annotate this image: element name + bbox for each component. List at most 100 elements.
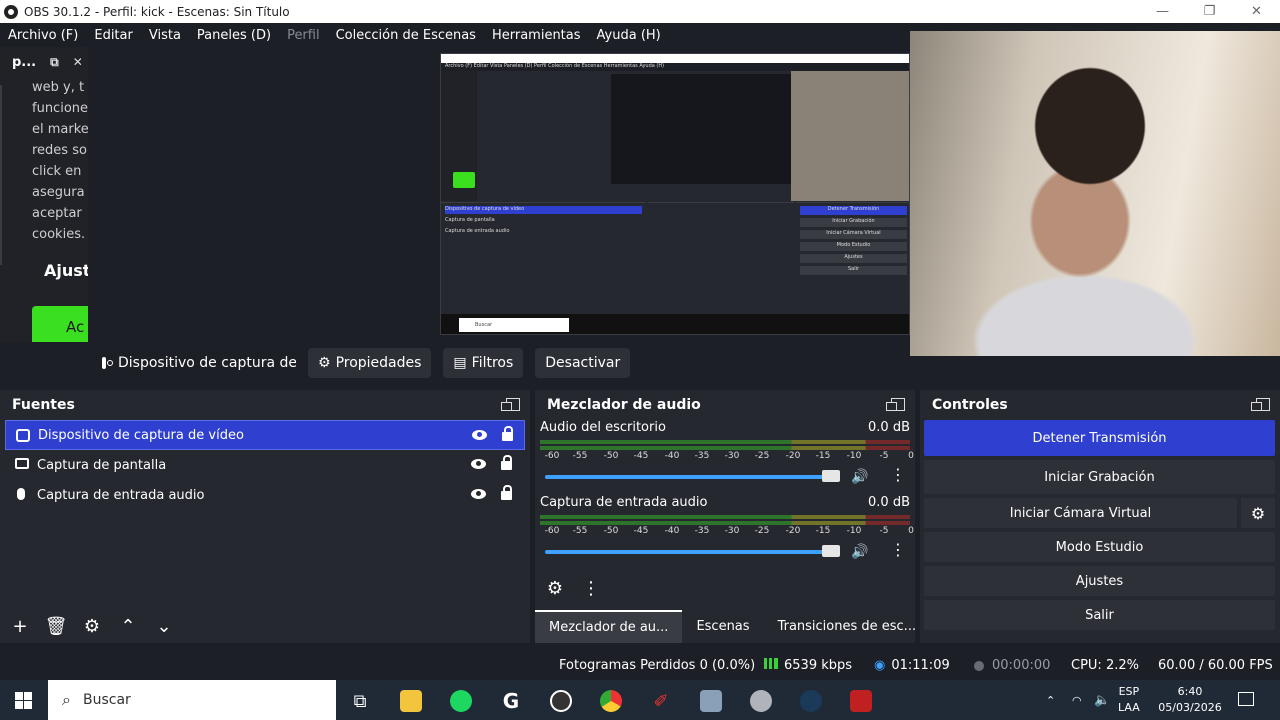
nested-control: Modo Estudio	[800, 242, 907, 251]
tray-chevron-icon[interactable]: ⌃	[1046, 680, 1055, 720]
exit-button[interactable]: Salir	[924, 600, 1275, 630]
sources-dock-title: Fuentes	[12, 397, 75, 413]
settings-button[interactable]: Ajustes	[924, 566, 1275, 596]
studio-mode-button[interactable]: Modo Estudio	[924, 532, 1275, 562]
record-icon	[974, 660, 984, 671]
app-window-icon[interactable]	[695, 686, 727, 716]
move-up-icon[interactable]: ⌃	[114, 613, 142, 639]
volume-slider-handle[interactable]	[822, 470, 840, 482]
windows-start-icon[interactable]	[15, 692, 32, 709]
lock-icon[interactable]	[501, 455, 512, 470]
browser-text-line: redes so	[32, 143, 87, 158]
steam-icon[interactable]	[795, 686, 827, 716]
source-item-video-capture[interactable]: Dispositivo de captura de vídeo	[5, 420, 525, 450]
app-red-icon[interactable]: ✐	[645, 686, 677, 716]
volume-icon[interactable]: 🔈	[1094, 680, 1110, 720]
menu-ayuda[interactable]: Ayuda (H)	[589, 28, 669, 43]
scale-label: -50	[603, 451, 619, 461]
start-recording-button[interactable]: Iniciar Grabación	[924, 460, 1275, 494]
microphone-icon	[17, 488, 25, 500]
volume-meter	[540, 515, 910, 519]
volume-slider-handle[interactable]	[822, 545, 840, 557]
move-down-icon[interactable]: ⌄	[150, 613, 178, 639]
stop-stream-button[interactable]: Detener Transmisión	[924, 420, 1275, 456]
preview-area[interactable]: p... ⧉ ✕ web y, t funcione el marke rede…	[0, 31, 1280, 356]
lock-icon[interactable]	[501, 485, 512, 500]
cpu-usage: CPU: 2.2%	[1071, 658, 1139, 673]
advanced-audio-gear-icon[interactable]: ⚙	[541, 575, 569, 601]
undock-icon[interactable]	[1251, 398, 1270, 411]
trash-icon[interactable]: 🗑	[42, 613, 70, 639]
maximize-button[interactable]: ❐	[1186, 0, 1233, 23]
properties-button[interactable]: ⚙ Propiedades	[308, 348, 432, 378]
menu-perfil[interactable]: Perfil	[279, 28, 328, 43]
eye-icon[interactable]	[471, 459, 486, 469]
selected-source-label: Dispositivo de captura de v	[96, 355, 296, 371]
source-settings-gear-icon[interactable]: ⚙	[78, 613, 106, 639]
obs-taskbar-icon[interactable]	[545, 686, 577, 716]
app-msi-icon[interactable]	[845, 686, 877, 716]
broadcast-icon: ◉	[874, 658, 886, 673]
kebab-menu-icon[interactable]: ⋮	[890, 467, 906, 483]
lock-icon[interactable]	[502, 426, 513, 441]
source-item-audio-input[interactable]: Captura de entrada audio	[5, 480, 525, 510]
eye-icon[interactable]	[471, 489, 486, 499]
nested-source-row: Captura de entrada audio	[445, 228, 510, 234]
float-dock-icon[interactable]: ⧉	[50, 55, 59, 70]
filters-button[interactable]: ▤ Filtros	[443, 348, 524, 378]
language-indicator[interactable]: ESP LAA	[1118, 684, 1140, 716]
source-item-screen-capture[interactable]: Captura de pantalla	[5, 450, 525, 480]
menu-herramientas[interactable]: Herramientas	[484, 28, 589, 43]
speaker-icon[interactable]: 🔊	[851, 469, 868, 485]
deactivate-button[interactable]: Desactivar	[535, 348, 631, 378]
source-item-label: Captura de pantalla	[37, 457, 167, 473]
file-explorer-icon[interactable]	[395, 686, 427, 716]
wifi-icon[interactable]: ◠	[1072, 680, 1082, 720]
cookie-accept-button[interactable]: Ac	[32, 306, 88, 342]
tab-transitions[interactable]: Transiciones de esc...	[764, 610, 931, 643]
scale-label: -35	[694, 451, 710, 461]
gear-icon: ⚙	[318, 355, 331, 371]
spotify-icon[interactable]	[445, 686, 477, 716]
menu-archivo[interactable]: Archivo (F)	[0, 28, 86, 43]
browser-dock-title: p...	[12, 54, 37, 70]
notification-icon[interactable]	[1238, 692, 1254, 706]
task-view-icon[interactable]: ⧉	[344, 686, 376, 716]
volume-slider[interactable]	[545, 550, 835, 554]
close-dock-icon[interactable]: ✕	[73, 55, 83, 69]
undock-icon[interactable]	[886, 398, 905, 411]
menu-paneles[interactable]: Paneles (D)	[189, 28, 279, 43]
channel-name: Audio del escritorio	[540, 420, 666, 435]
virtual-camera-gear-icon[interactable]: ⚙	[1241, 498, 1275, 528]
scale-label: -25	[754, 451, 770, 461]
undock-icon[interactable]	[501, 398, 520, 411]
scale-label: -15	[815, 526, 831, 536]
scale-label: -60	[544, 526, 560, 536]
kebab-menu-icon[interactable]: ⋮	[890, 542, 906, 558]
close-button[interactable]: ✕	[1233, 0, 1280, 23]
app-g-icon[interactable]: G	[495, 686, 527, 716]
scale-label: -50	[603, 526, 619, 536]
taskbar-search-placeholder: Buscar	[82, 692, 131, 708]
menu-coleccion-escenas[interactable]: Colección de Escenas	[328, 28, 484, 43]
menu-vista[interactable]: Vista	[141, 28, 189, 43]
add-source-button[interactable]: +	[6, 613, 34, 639]
eye-icon[interactable]	[472, 430, 487, 440]
browser-text-line: el marke	[32, 122, 88, 137]
clock[interactable]: 6:40 05/03/2026	[1150, 684, 1230, 716]
menu-editar[interactable]: Editar	[86, 28, 141, 43]
minimize-button[interactable]: —	[1139, 0, 1186, 23]
app-grey-icon[interactable]	[745, 686, 777, 716]
chrome-icon[interactable]	[595, 686, 627, 716]
nested-menu: Archivo (F) Editar Vista Paneles (D) Per…	[441, 63, 909, 71]
speaker-icon[interactable]: 🔊	[851, 544, 868, 560]
tab-scenes[interactable]: Escenas	[682, 610, 763, 643]
taskbar-search[interactable]: ⌕ Buscar	[48, 680, 336, 720]
tab-mixer[interactable]: Mezclador de au...	[535, 610, 683, 643]
start-virtual-camera-button[interactable]: Iniciar Cámara Virtual	[924, 498, 1237, 528]
volume-slider[interactable]	[545, 475, 835, 479]
mixer-channel-mic: Captura de entrada audio 0.0 dB -60 -55 …	[535, 495, 915, 570]
scale-label: -10	[846, 526, 862, 536]
mixer-menu-icon[interactable]: ⋮	[577, 575, 605, 601]
controls-dock-header: Controles	[920, 390, 1280, 420]
